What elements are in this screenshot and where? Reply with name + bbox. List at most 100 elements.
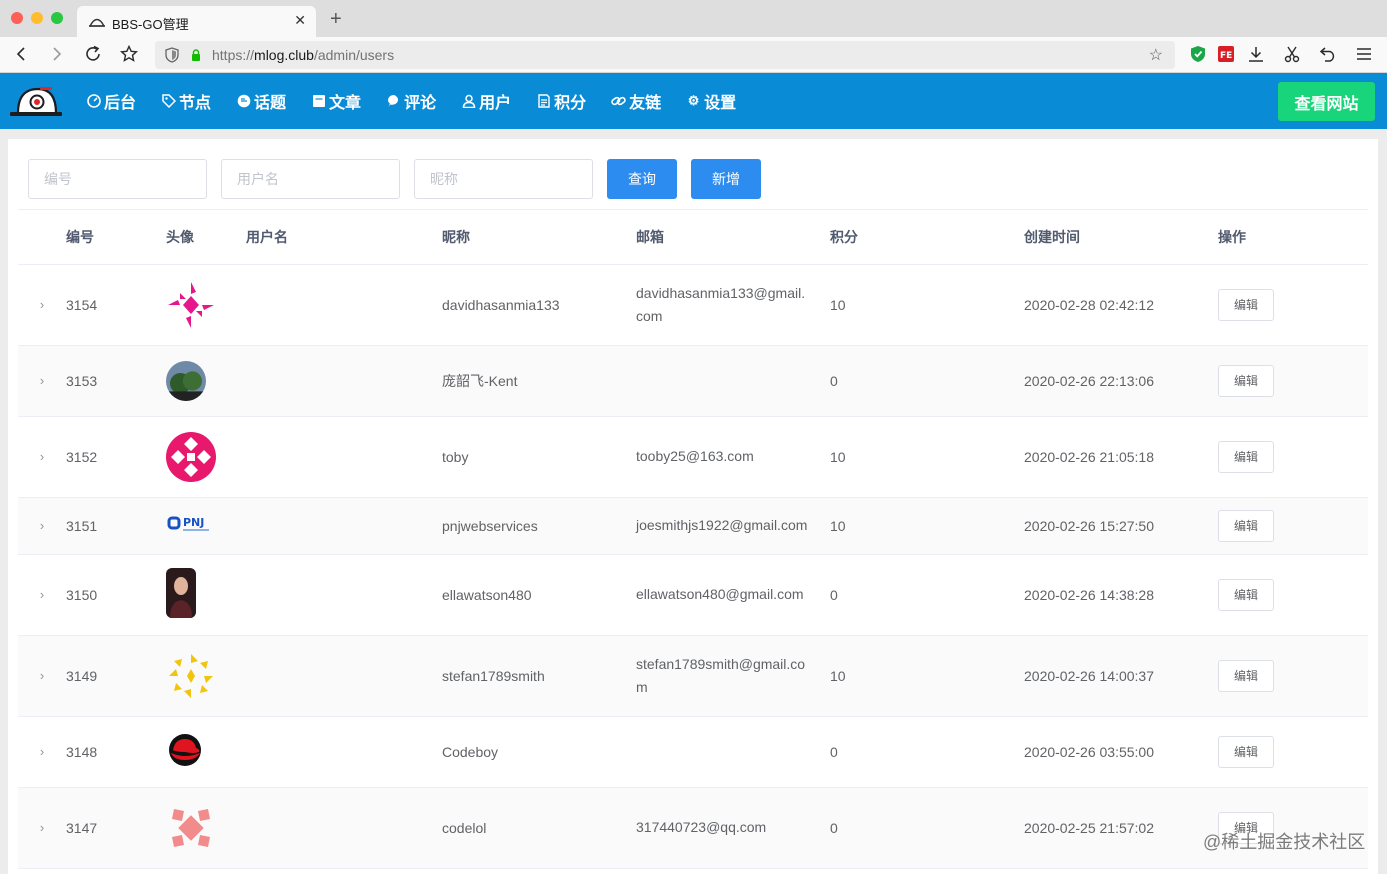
actions-cell: 编辑 [1218,497,1368,555]
menu-item-nodes[interactable]: 节点 [161,73,211,129]
avatar-cell: PNJ [166,497,246,555]
expand-chevron-icon[interactable]: › [18,635,66,717]
expand-chevron-icon[interactable]: › [18,345,66,417]
user-id: 3147 [66,787,166,869]
nickname: codelol [442,787,636,869]
menu-item-links[interactable]: 友链 [611,73,661,129]
user-id: 3154 [66,264,166,346]
expand-chevron-icon[interactable]: › [18,787,66,869]
menu-item-users[interactable]: 用户 [461,73,511,129]
hamburger-menu-icon[interactable] [1354,44,1374,64]
menu-item-articles[interactable]: 文章 [311,73,361,129]
new-tab-button[interactable]: + [330,9,342,29]
avatar[interactable] [166,651,216,701]
expand-chevron-icon[interactable]: › [18,554,66,636]
bbs-go-logo[interactable] [10,85,62,117]
gear-icon: ⚙ [687,93,700,108]
email: 317440723@qq.com [636,787,830,869]
avatar[interactable] [166,733,204,767]
browser-tab[interactable]: BBS-GO管理 ✕ [77,6,316,37]
users-table: 编号 头像 用户名 昵称 邮箱 积分 创建时间 操作 › 3154 davidh… [18,210,1368,869]
avatar[interactable] [166,431,216,482]
nickname-filter-input[interactable] [414,159,593,199]
expand-chevron-icon[interactable]: › [18,716,66,788]
edit-button[interactable]: 编辑 [1218,440,1274,473]
column-header-actions: 操作 [1218,210,1368,265]
score: 0 [830,345,1024,417]
user-icon [461,94,476,109]
column-header-score: 积分 [830,210,1024,265]
menu-item-comments[interactable]: 评论 [386,73,436,129]
query-button[interactable]: 查询 [607,159,677,199]
menu-label: 设置 [704,95,737,112]
page-bookmark-icon[interactable]: ☆ [1149,45,1163,65]
table-row: › 3154 davidhasanmia133 davidhasanmia133… [18,264,1368,346]
column-header-avatar: 头像 [166,210,246,265]
expand-chevron-icon[interactable]: › [18,416,66,498]
close-tab-icon[interactable]: ✕ [294,12,306,29]
users-panel: 查询 新增 编号 头像 用户名 昵称 邮箱 积分 创建时间 操作 › [8,139,1378,874]
expand-chevron-icon[interactable]: › [18,264,66,346]
avatar[interactable] [166,280,216,330]
url-host: mlog.club [254,47,314,63]
id-filter-input[interactable] [28,159,207,199]
created-time: 2020-02-26 15:27:50 [1024,497,1218,555]
avatar[interactable] [166,803,216,853]
table-body: › 3154 davidhasanmia133 davidhasanmia133… [18,264,1368,869]
download-icon[interactable] [1246,44,1266,64]
menu-label: 友链 [629,95,662,112]
expand-chevron-icon[interactable]: › [18,497,66,555]
maximize-window-button[interactable] [51,12,63,24]
avatar-cell [166,345,246,417]
edit-button[interactable]: 编辑 [1218,288,1274,321]
edit-button[interactable]: 编辑 [1218,364,1274,397]
back-icon[interactable] [11,44,31,64]
nickname: 庞韶飞-Kent [442,345,636,417]
avatar[interactable] [166,360,206,401]
svg-text:PNJ: PNJ [183,516,204,529]
table-row: › 3152 toby tooby25@163.com 10 2020-02-2… [18,416,1368,498]
avatar-cell [166,264,246,346]
bookmark-star-icon[interactable] [119,44,139,64]
add-user-button[interactable]: 新增 [691,159,761,199]
actions-cell: 编辑 [1218,345,1368,417]
scissors-icon[interactable] [1282,44,1302,64]
link-icon [611,94,626,109]
extension-shield-icon[interactable] [1188,44,1208,64]
address-bar[interactable]: https://mlog.club/admin/users ☆ [155,41,1175,69]
edit-button[interactable]: 编辑 [1218,659,1274,692]
reload-icon[interactable] [83,44,103,64]
shield-icon[interactable] [165,47,179,63]
table-header: 编号 头像 用户名 昵称 邮箱 积分 创建时间 操作 [18,210,1368,265]
undo-icon[interactable] [1318,44,1338,64]
avatar[interactable]: PNJ [166,513,216,535]
menu-label: 文章 [329,95,362,112]
view-site-button[interactable]: 查看网站 [1278,82,1375,121]
edit-button[interactable]: 编辑 [1218,509,1274,542]
forward-icon[interactable] [47,44,67,64]
url-text: https://mlog.club/admin/users [212,47,394,63]
score: 0 [830,716,1024,788]
menu-item-topics[interactable]: 话题 [236,73,286,129]
menu-item-dashboard[interactable]: 后台 [86,73,136,129]
watermark: @稀土掘金技术社区 [1203,832,1366,852]
email [636,345,830,417]
minimize-window-button[interactable] [31,12,43,24]
score: 10 [830,264,1024,346]
close-window-button[interactable] [11,12,23,24]
column-header-id[interactable]: 编号 [66,210,166,265]
avatar[interactable] [166,568,196,618]
edit-button[interactable]: 编辑 [1218,578,1274,611]
email: ellawatson480@gmail.com [636,554,830,636]
username [246,554,442,636]
extension-fe-icon[interactable]: FE [1216,44,1236,64]
username [246,635,442,717]
username [246,497,442,555]
edit-button[interactable]: 编辑 [1218,735,1274,768]
nickname: davidhasanmia133 [442,264,636,346]
menu-item-settings[interactable]: ⚙ 设置 [686,73,736,129]
user-id: 3149 [66,635,166,717]
column-header-nickname: 昵称 [442,210,636,265]
menu-item-scores[interactable]: 积分 [536,73,586,129]
username-filter-input[interactable] [221,159,400,199]
